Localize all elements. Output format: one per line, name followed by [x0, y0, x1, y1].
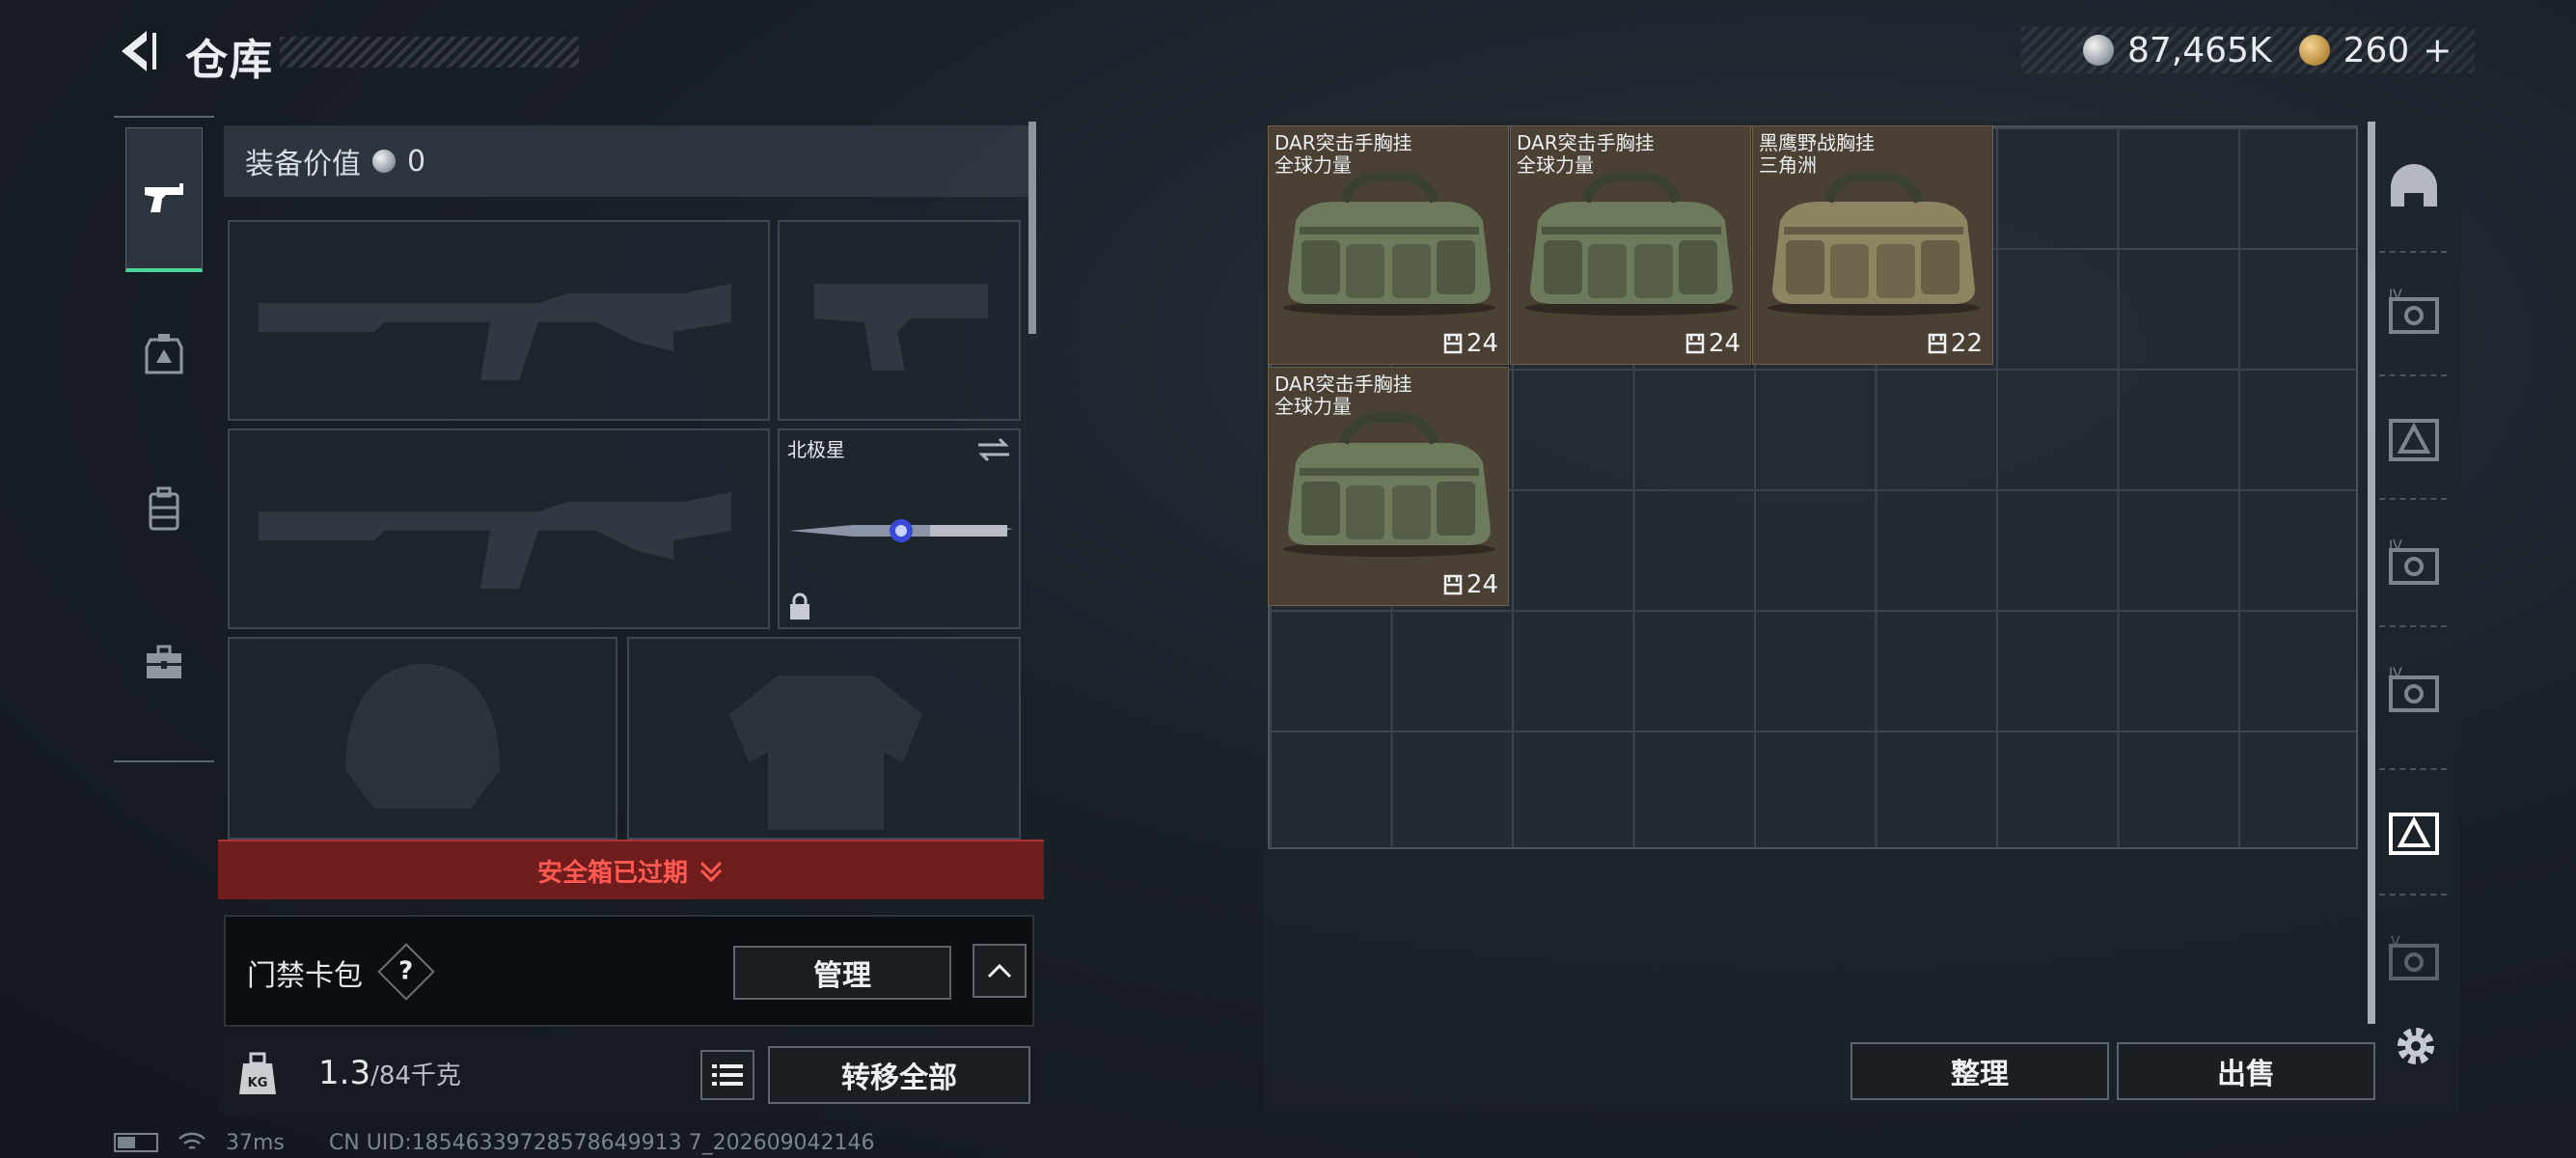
- svg-text:IV: IV: [2389, 538, 2402, 554]
- gold-coin-icon: [2298, 35, 2330, 66]
- expand-button[interactable]: [973, 944, 1027, 998]
- chevron-down-icon: [699, 861, 723, 883]
- storage-item[interactable]: DAR突击手胸挂 全球力量 24: [1510, 125, 1751, 365]
- chest-rig-bag-icon: [1525, 173, 1738, 316]
- item-name: DAR突击手胸挂 全球力量: [1274, 372, 1412, 418]
- tab-weapons[interactable]: [125, 127, 203, 272]
- silver-currency-value: 87,465K: [2127, 30, 2272, 70]
- rack-iv-icon[interactable]: IV: [2385, 537, 2443, 594]
- rifle-silhouette-icon: [259, 284, 731, 380]
- weight-kg-icon: KG: [239, 1052, 276, 1094]
- sell-button[interactable]: 出售: [2117, 1042, 2375, 1100]
- item-name: DAR突击手胸挂 全球力量: [1274, 131, 1412, 177]
- capacity-icon: [1443, 333, 1463, 354]
- storage-filter-rail: IV IV IV V: [2370, 122, 2456, 1048]
- uid-text: CN UID:18546339728578649913 7_2026090421…: [328, 1130, 875, 1155]
- chest-rig-bag-icon: [1283, 414, 1495, 557]
- helmet-silhouette-icon: [345, 664, 500, 809]
- body-armor-slot[interactable]: [627, 637, 1021, 840]
- rack-iv-icon[interactable]: IV: [2385, 286, 2443, 344]
- settings-gear-icon[interactable]: [2389, 1019, 2443, 1073]
- chevron-up-icon: [987, 963, 1012, 979]
- swap-icon[interactable]: [976, 436, 1011, 463]
- weight-current: 1.3: [318, 1054, 371, 1092]
- lock-icon: [790, 593, 809, 620]
- backpack-icon: [149, 486, 179, 531]
- primary-weapon-slot-2[interactable]: [228, 428, 770, 629]
- rifle-silhouette-icon: [259, 492, 731, 589]
- item-name: 黑鹰野战胸挂 三角洲: [1759, 131, 1875, 177]
- equipment-scroll-thumb[interactable]: [1028, 122, 1036, 334]
- title-decoration: [280, 37, 579, 68]
- primary-weapon-slot-1[interactable]: [228, 220, 770, 421]
- rack-triangle-icon[interactable]: [2385, 805, 2443, 863]
- safe-box-status: 安全箱已过期: [536, 858, 688, 888]
- svg-text:KG: KG: [248, 1076, 268, 1090]
- melee-slot[interactable]: 北极星: [778, 428, 1021, 629]
- equipment-value-label: 装备价值: [245, 148, 361, 181]
- back-button[interactable]: [114, 27, 162, 75]
- knife-icon: [789, 519, 1013, 542]
- transfer-all-button[interactable]: 转移全部: [768, 1046, 1030, 1104]
- armor-silhouette-icon: [729, 676, 922, 830]
- battery-icon: [114, 1133, 158, 1152]
- tidy-button[interactable]: 整理: [1850, 1042, 2109, 1100]
- ping-text: 37ms: [226, 1130, 285, 1155]
- storage-item[interactable]: DAR突击手胸挂 全球力量 24: [1268, 125, 1509, 365]
- category-tab-rail: [114, 116, 214, 762]
- list-view-button[interactable]: [700, 1050, 754, 1100]
- silver-coin-icon: [2083, 35, 2114, 66]
- item-capacity: 24: [1685, 329, 1740, 358]
- rack-iv-icon[interactable]: IV: [2385, 664, 2443, 722]
- tab-toolbox[interactable]: [125, 591, 203, 735]
- safe-box-expired-bar[interactable]: 安全箱已过期: [218, 840, 1044, 899]
- add-currency-button[interactable]: +: [2423, 31, 2452, 70]
- tab-armor[interactable]: [125, 282, 203, 427]
- capacity-icon: [1685, 333, 1705, 354]
- pistol-silhouette-icon: [814, 284, 988, 371]
- weight-bar: KG 1.3/84千克 转移全部: [218, 1034, 1044, 1114]
- tab-backpack[interactable]: [125, 436, 203, 581]
- chest-rig-bag-icon: [1768, 173, 1980, 316]
- card-pack-label: 门禁卡包: [247, 959, 363, 993]
- page-title: 仓库: [185, 36, 274, 85]
- item-capacity: 24: [1443, 570, 1498, 599]
- rack-v-icon[interactable]: V: [2385, 932, 2443, 990]
- item-name: DAR突击手胸挂 全球力量: [1517, 131, 1655, 177]
- gold-currency-value: 260: [2343, 30, 2410, 70]
- armor-tag-icon: [145, 334, 183, 374]
- silver-coin-icon: [372, 150, 396, 173]
- status-bar: 37ms CN UID:18546339728578649913 7_20260…: [114, 1129, 875, 1156]
- svg-text:IV: IV: [2389, 288, 2402, 303]
- wifi-icon: [178, 1132, 206, 1150]
- storage-item[interactable]: 黑鹰野战胸挂 三角洲 22: [1752, 125, 1993, 365]
- pistol-slot[interactable]: [778, 220, 1021, 421]
- equipment-value-header: 装备价值 0: [224, 125, 1030, 197]
- access-card-pack: 门禁卡包 ? 管理: [224, 915, 1034, 1027]
- helmet-slot[interactable]: [228, 637, 617, 840]
- melee-weapon-name: 北极星: [787, 438, 845, 461]
- capacity-icon: [1928, 333, 1947, 354]
- chest-rig-bag-icon: [1283, 173, 1495, 316]
- back-arrow-icon: [122, 31, 156, 71]
- svg-text:IV: IV: [2389, 666, 2402, 681]
- item-capacity: 22: [1928, 329, 1983, 358]
- help-icon[interactable]: ?: [377, 943, 435, 1001]
- svg-text:V: V: [2391, 934, 2400, 950]
- storage-item[interactable]: DAR突击手胸挂 全球力量 24: [1268, 367, 1509, 606]
- capacity-icon: [1443, 574, 1463, 595]
- equipment-value: 0: [407, 144, 426, 179]
- currency-bar: 87,465K 260 +: [2021, 27, 2475, 73]
- list-icon: [712, 1064, 743, 1086]
- rack-triangle-icon[interactable]: [2385, 411, 2443, 469]
- weight-max: /84千克: [370, 1062, 461, 1090]
- toolbox-icon: [147, 645, 181, 678]
- carry-weight: 1.3/84千克: [318, 1054, 461, 1092]
- pistol-icon: [145, 182, 183, 212]
- manage-button[interactable]: 管理: [733, 946, 951, 1000]
- item-capacity: 24: [1443, 329, 1498, 358]
- equipment-panel: 装备价值 0 北极星 安全箱已过期 门禁卡包 ? 管理 KG 1.3/84千克 …: [218, 122, 1044, 1114]
- helmet-icon[interactable]: [2385, 160, 2443, 218]
